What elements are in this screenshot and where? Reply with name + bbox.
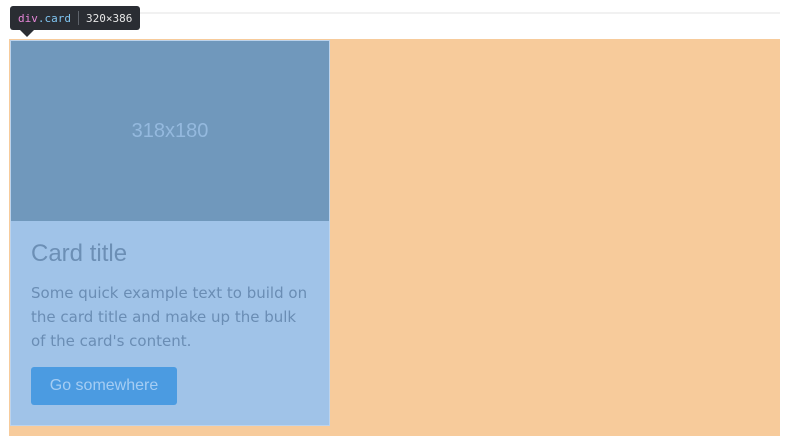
- tooltip-class-name: .card: [37, 11, 71, 25]
- card-image-label: 318x180: [131, 119, 209, 142]
- card: 318x180 Card title Some quick example te…: [10, 40, 330, 426]
- devtools-element-tooltip: div .card 320×386: [10, 6, 141, 30]
- tooltip-tag-name: div: [18, 11, 38, 25]
- go-somewhere-button[interactable]: Go somewhere: [31, 367, 177, 405]
- tooltip-arrow-icon: [20, 30, 34, 37]
- card-image-placeholder: 318x180: [11, 41, 329, 221]
- tooltip-dimensions: 320×386: [86, 11, 133, 25]
- card-text: Some quick example text to build on the …: [31, 284, 308, 350]
- tooltip-separator: [78, 11, 79, 25]
- card-title: Card title: [31, 240, 128, 267]
- card-body: Card title Some quick example text to bu…: [11, 221, 329, 425]
